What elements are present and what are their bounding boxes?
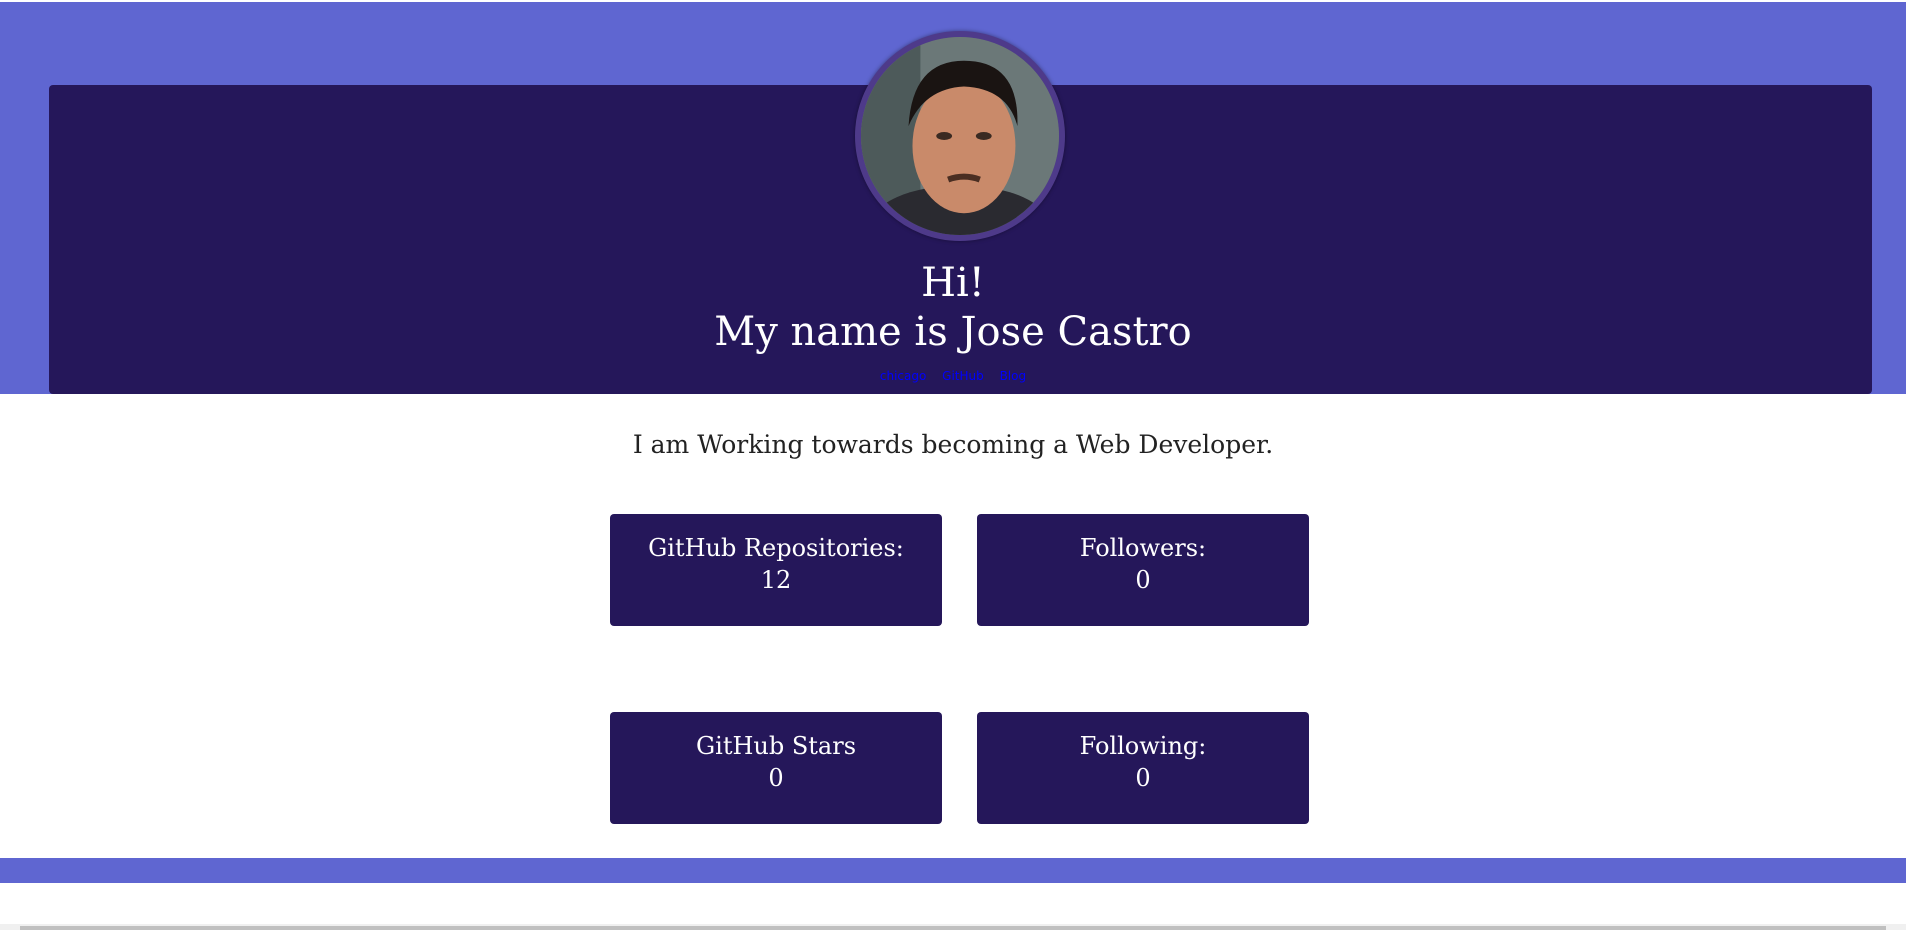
- card-label: Followers:: [1079, 534, 1207, 562]
- card-value: 0: [1135, 764, 1151, 792]
- blog-link[interactable]: Blog: [1000, 369, 1027, 383]
- card-value: 0: [768, 764, 784, 792]
- stars-card: GitHub Stars 0: [610, 712, 942, 824]
- following-card: Following: 0: [977, 712, 1309, 824]
- card-value: 0: [1135, 566, 1151, 594]
- card-label: GitHub Repositories:: [648, 534, 904, 562]
- profile-links: chicago GitHub Blog: [0, 369, 1906, 383]
- greeting: Hi!: [921, 260, 985, 306]
- card-label: Following:: [1079, 732, 1207, 760]
- repositories-card: GitHub Repositories: 12: [610, 514, 942, 626]
- footer-band: [0, 858, 1906, 883]
- card-label: GitHub Stars: [695, 732, 857, 760]
- location-link[interactable]: chicago: [880, 369, 926, 383]
- card-value: 12: [760, 566, 792, 594]
- followers-card: Followers: 0: [977, 514, 1309, 626]
- name-heading: My name is Jose Castro: [714, 309, 1192, 355]
- scrollbar-thumb[interactable]: [20, 926, 1886, 930]
- avatar: [855, 31, 1065, 241]
- github-link[interactable]: GitHub: [942, 369, 984, 383]
- tagline: I am Working towards becoming a Web Deve…: [632, 430, 1274, 459]
- avatar-photo: [861, 37, 1059, 235]
